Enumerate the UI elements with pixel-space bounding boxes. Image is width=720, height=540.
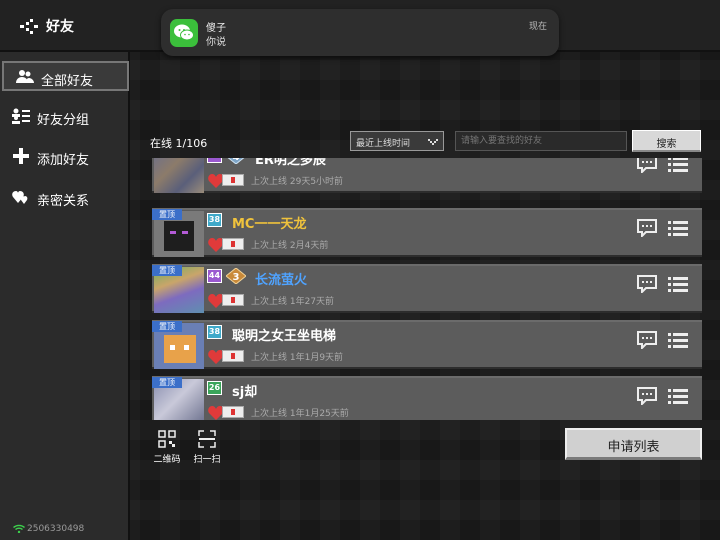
chat-icon[interactable] (637, 275, 657, 295)
menu-icon[interactable] (668, 388, 688, 405)
wechat-icon (170, 19, 198, 47)
pinned-badge: 置顶 (152, 377, 182, 388)
battery-icon (222, 406, 244, 418)
pinned-badge: 置顶 (152, 265, 182, 276)
level-badge: 26 (207, 381, 222, 395)
sidebar-item-intimacy[interactable]: 亲密关系 (0, 183, 130, 213)
avatar (154, 158, 204, 193)
level-badge: 44 (207, 158, 222, 163)
menu-icon[interactable] (668, 158, 688, 173)
battery-icon (222, 174, 244, 186)
rank-number: 3 (233, 272, 240, 283)
scan-button[interactable]: 扫一扫 (190, 430, 224, 465)
chat-icon[interactable] (637, 387, 657, 407)
sidebar-item-label: 添加好友 (37, 153, 90, 168)
last-online: 上次上线 1年27天前 (251, 297, 335, 307)
network-status: 2506330498 (13, 524, 84, 534)
last-online: 上次上线 29天5小时前 (251, 177, 344, 187)
back-icon[interactable] (18, 15, 42, 37)
online-count: 在线 1/106 (150, 137, 208, 150)
last-online: 上次上线 1年1月25天前 (251, 409, 349, 419)
pinned-badge: 置顶 (152, 321, 182, 332)
notification-time: 现在 (528, 22, 547, 32)
menu-icon[interactable] (668, 220, 688, 237)
last-online: 上次上线 1年1月9天前 (251, 353, 344, 363)
friend-row[interactable]: 置顶 44 4 ER明之多辰 上次上线 29天5小时前 (152, 158, 702, 193)
pinned-badge: 置顶 (152, 209, 182, 220)
chat-icon[interactable] (637, 331, 657, 351)
sort-dropdown[interactable]: 最近上线时间 (350, 131, 444, 151)
battery-icon (222, 294, 244, 306)
level-badge: 38 (207, 213, 222, 227)
hearts-icon (12, 189, 30, 205)
chat-icon[interactable] (637, 219, 657, 239)
group-icon (12, 108, 30, 124)
rank-number: 4 (233, 158, 240, 163)
level-badge: 44 (207, 269, 222, 283)
scan-label: 扫一扫 (193, 455, 221, 465)
chevron-down-icon (427, 135, 439, 147)
friend-list[interactable]: 置顶 44 4 ER明之多辰 上次上线 29天5小时前 置顶 38 MC一一天龙… (150, 158, 702, 420)
scan-icon (198, 430, 216, 448)
friend-row[interactable]: 置顶 26 sj却 上次上线 1年1月25天前 (152, 376, 702, 420)
friends-screen: 好友 全部好友 好友分组 添加好友 亲密关系 2506330498 在线 1/1… (0, 0, 720, 540)
friend-name: MC一一天龙 (232, 217, 307, 232)
rank-badge-icon: 4 (226, 158, 246, 165)
qr-code-label: 二维码 (153, 455, 181, 465)
rank-badge-icon: 3 (225, 267, 247, 285)
friends-icon (16, 69, 34, 85)
search-button[interactable]: 搜索 (632, 130, 701, 152)
sidebar-item-add-friend[interactable]: 添加好友 (0, 142, 130, 172)
last-online: 上次上线 2月4天前 (251, 241, 329, 251)
apply-list-button[interactable]: 申请列表 (565, 428, 702, 460)
friend-name: 聪明之女王坐电梯 (232, 329, 337, 344)
page-title: 好友 (46, 19, 74, 35)
friend-row[interactable]: 置顶 44 3 长流萤火 上次上线 1年27天前 (152, 264, 702, 313)
notification-message: 你说 (206, 37, 226, 48)
sidebar-item-groups[interactable]: 好友分组 (0, 102, 130, 132)
user-id: 2506330498 (27, 524, 85, 534)
sidebar-item-label: 全部好友 (41, 74, 94, 89)
sidebar-item-label: 亲密关系 (37, 194, 90, 209)
plus-icon (12, 148, 30, 164)
friend-row[interactable]: 置顶 38 聪明之女王坐电梯 上次上线 1年1月9天前 (152, 320, 702, 369)
qr-code-icon (158, 430, 176, 448)
battery-icon (222, 350, 244, 362)
battery-icon (222, 238, 244, 250)
notification-sender: 傻子 (206, 23, 226, 34)
search-input[interactable] (455, 131, 627, 151)
level-badge: 38 (207, 325, 222, 339)
menu-icon[interactable] (668, 276, 688, 293)
sidebar: 全部好友 好友分组 添加好友 亲密关系 2506330498 (0, 52, 130, 540)
sidebar-item-label: 好友分组 (37, 113, 90, 128)
wifi-icon (13, 524, 25, 534)
chat-icon[interactable] (637, 158, 657, 175)
friend-row[interactable]: 置顶 38 MC一一天龙 上次上线 2月4天前 (152, 208, 702, 257)
sidebar-item-all-friends[interactable]: 全部好友 (2, 61, 129, 91)
friend-name: 长流萤火 (255, 273, 308, 288)
qr-code-button[interactable]: 二维码 (150, 430, 184, 465)
sort-value: 最近上线时间 (356, 139, 411, 149)
menu-icon[interactable] (668, 332, 688, 349)
friend-name: sj却 (232, 385, 258, 400)
notification-banner[interactable]: 傻子 你说 现在 (161, 9, 559, 56)
friend-name: ER明之多辰 (255, 158, 326, 168)
